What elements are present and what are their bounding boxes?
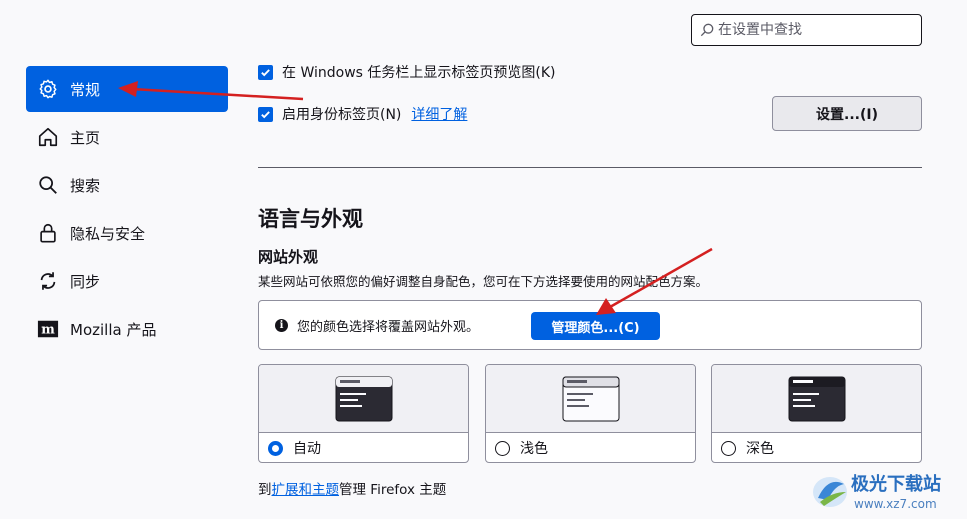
sidebar-item-mozilla-products[interactable]: m Mozilla 产品 [26, 306, 228, 352]
search-input[interactable] [718, 22, 908, 38]
theme-preview-auto [259, 365, 468, 433]
browser-window-light-icon [562, 376, 619, 421]
theme-preview-light [486, 365, 695, 433]
extensions-themes-link[interactable]: 扩展和主题 [272, 482, 340, 498]
containers-learn-more-link[interactable]: 详细了解 [411, 104, 467, 124]
sidebar-item-label: Mozilla 产品 [70, 320, 157, 339]
sidebar-item-home[interactable]: 主页 [26, 114, 228, 160]
mozilla-icon: m [36, 317, 60, 341]
lock-icon [36, 221, 60, 245]
footer-suffix: 管理 Firefox 主题 [339, 482, 447, 498]
svg-text:m: m [41, 323, 55, 338]
sidebar-item-label: 同步 [70, 272, 101, 291]
containers-settings-button[interactable]: 设置...(I) [772, 96, 922, 131]
sidebar-item-label: 隐私与安全 [70, 224, 146, 243]
theme-preview-dark [712, 365, 921, 433]
theme-card-auto[interactable]: 自动 [258, 364, 469, 463]
sidebar-item-privacy[interactable]: 隐私与安全 [26, 210, 228, 256]
xz7-logo: 极光下载站 www.xz7.com [813, 473, 941, 511]
theme-option-auto[interactable]: 自动 [259, 433, 468, 462]
themes-footer: 到扩展和主题管理 Firefox 主题 [258, 478, 446, 498]
sidebar-item-label: 主页 [70, 128, 101, 147]
search-icon [700, 23, 714, 37]
taskbar-preview-checkbox[interactable] [258, 64, 273, 80]
language-appearance-heading: 语言与外观 [258, 207, 363, 231]
theme-card-dark[interactable]: 深色 [711, 364, 922, 463]
color-override-text: 您的颜色选择将覆盖网站外观。 [297, 319, 480, 335]
theme-label-auto: 自动 [293, 441, 321, 457]
sidebar-nav: 常规 主页 搜索 隐私与安全 同步 m Mozilla 产品 [26, 66, 228, 354]
containers-label[interactable]: 启用身份标签页(N) [282, 104, 401, 124]
containers-row: 启用身份标签页(N) 详细了解 [258, 104, 467, 124]
color-override-notice: i 您的颜色选择将覆盖网站外观。 管理颜色...(C) [258, 300, 922, 350]
browser-window-dark-icon [788, 376, 845, 421]
theme-option-dark[interactable]: 深色 [712, 433, 921, 462]
theme-option-light[interactable]: 浅色 [486, 433, 695, 462]
website-appearance-heading: 网站外观 [258, 248, 319, 266]
theme-radio-dark[interactable] [721, 440, 736, 456]
containers-checkbox[interactable] [258, 106, 273, 122]
section-divider [258, 167, 922, 168]
taskbar-preview-label: 在 Windows 任务栏上显示标签页预览图(K) [282, 65, 556, 81]
taskbar-preview-row[interactable]: 在 Windows 任务栏上显示标签页预览图(K) [258, 62, 556, 86]
watermark-brand: 极光下载站 [851, 473, 941, 495]
sync-icon [36, 269, 60, 293]
theme-card-light[interactable]: 浅色 [485, 364, 696, 463]
settings-search-box[interactable] [691, 14, 922, 46]
theme-label-dark: 深色 [746, 441, 774, 457]
home-icon [36, 125, 60, 149]
sidebar-item-search[interactable]: 搜索 [26, 162, 228, 208]
sidebar-item-label: 常规 [70, 80, 101, 99]
gear-icon [36, 77, 60, 101]
theme-label-light: 浅色 [520, 441, 548, 457]
site-watermark: 极光下载站 www.xz7.com [806, 462, 967, 519]
footer-prefix: 到 [258, 482, 272, 498]
sidebar-item-general[interactable]: 常规 [26, 66, 228, 112]
search-icon [36, 173, 60, 197]
watermark-url: www.xz7.com [854, 497, 937, 511]
theme-radio-light[interactable] [495, 440, 510, 456]
manage-colors-button[interactable]: 管理颜色...(C) [531, 312, 660, 340]
website-appearance-description: 某些网站可依照您的偏好调整自身配色，您可在下方选择要使用的网站配色方案。 [258, 274, 709, 289]
sidebar-item-label: 搜索 [70, 176, 101, 195]
info-icon: i [275, 318, 288, 332]
sidebar-item-sync[interactable]: 同步 [26, 258, 228, 304]
theme-radio-auto[interactable] [268, 440, 283, 456]
browser-window-dark-icon [335, 376, 392, 421]
